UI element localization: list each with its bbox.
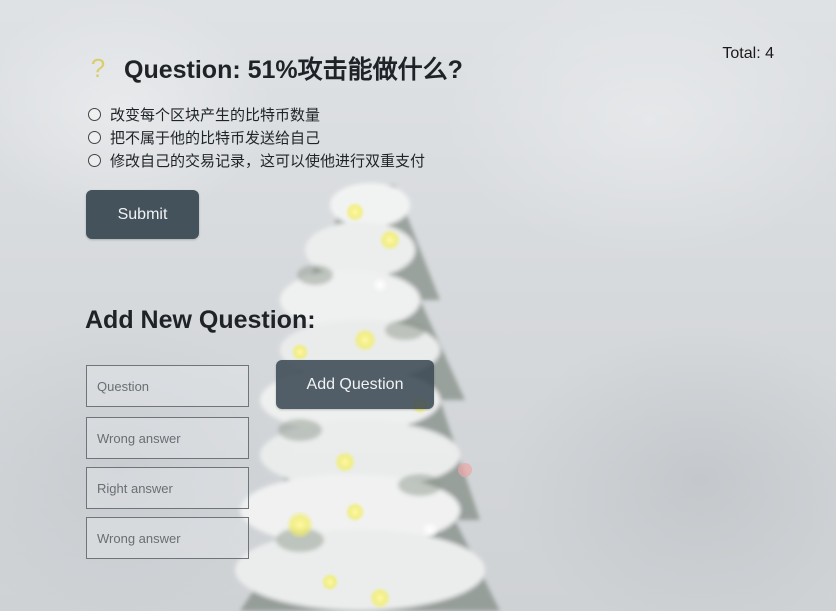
question-input[interactable] — [86, 365, 249, 407]
radio-button[interactable] — [88, 131, 101, 144]
question-header: ? Question: 51%攻击能做什么? — [86, 50, 463, 86]
answer-options: 改变每个区块产生的比特币数量 把不属于他的比特币发送给自己 修改自己的交易记录，… — [88, 103, 425, 172]
wrong-answer-input-1[interactable] — [86, 417, 249, 459]
add-question-button[interactable]: Add Question — [276, 360, 434, 409]
answer-option-label: 修改自己的交易记录，这可以使他进行双重支付 — [110, 153, 426, 170]
radio-button[interactable] — [88, 154, 101, 167]
total-count: Total: 4 — [722, 45, 774, 62]
answer-option-label: 把不属于他的比特币发送给自己 — [110, 130, 321, 147]
submit-button[interactable]: Submit — [86, 190, 199, 239]
quiz-page: Total: 4 ? Question: 51%攻击能做什么? 改变每个区块产生… — [0, 0, 836, 611]
question-mark-icon: ? — [90, 53, 106, 83]
add-question-title: Add New Question: — [85, 306, 316, 334]
radio-button[interactable] — [88, 108, 101, 121]
answer-option-2[interactable]: 把不属于他的比特币发送给自己 — [88, 126, 425, 149]
answer-option-1[interactable]: 改变每个区块产生的比特币数量 — [88, 103, 425, 126]
wrong-answer-input-2[interactable] — [86, 517, 249, 559]
answer-option-3[interactable]: 修改自己的交易记录，这可以使他进行双重支付 — [88, 149, 425, 172]
question-title: Question: 51%攻击能做什么? — [124, 56, 463, 84]
right-answer-input[interactable] — [86, 467, 249, 509]
answer-option-label: 改变每个区块产生的比特币数量 — [110, 107, 321, 124]
